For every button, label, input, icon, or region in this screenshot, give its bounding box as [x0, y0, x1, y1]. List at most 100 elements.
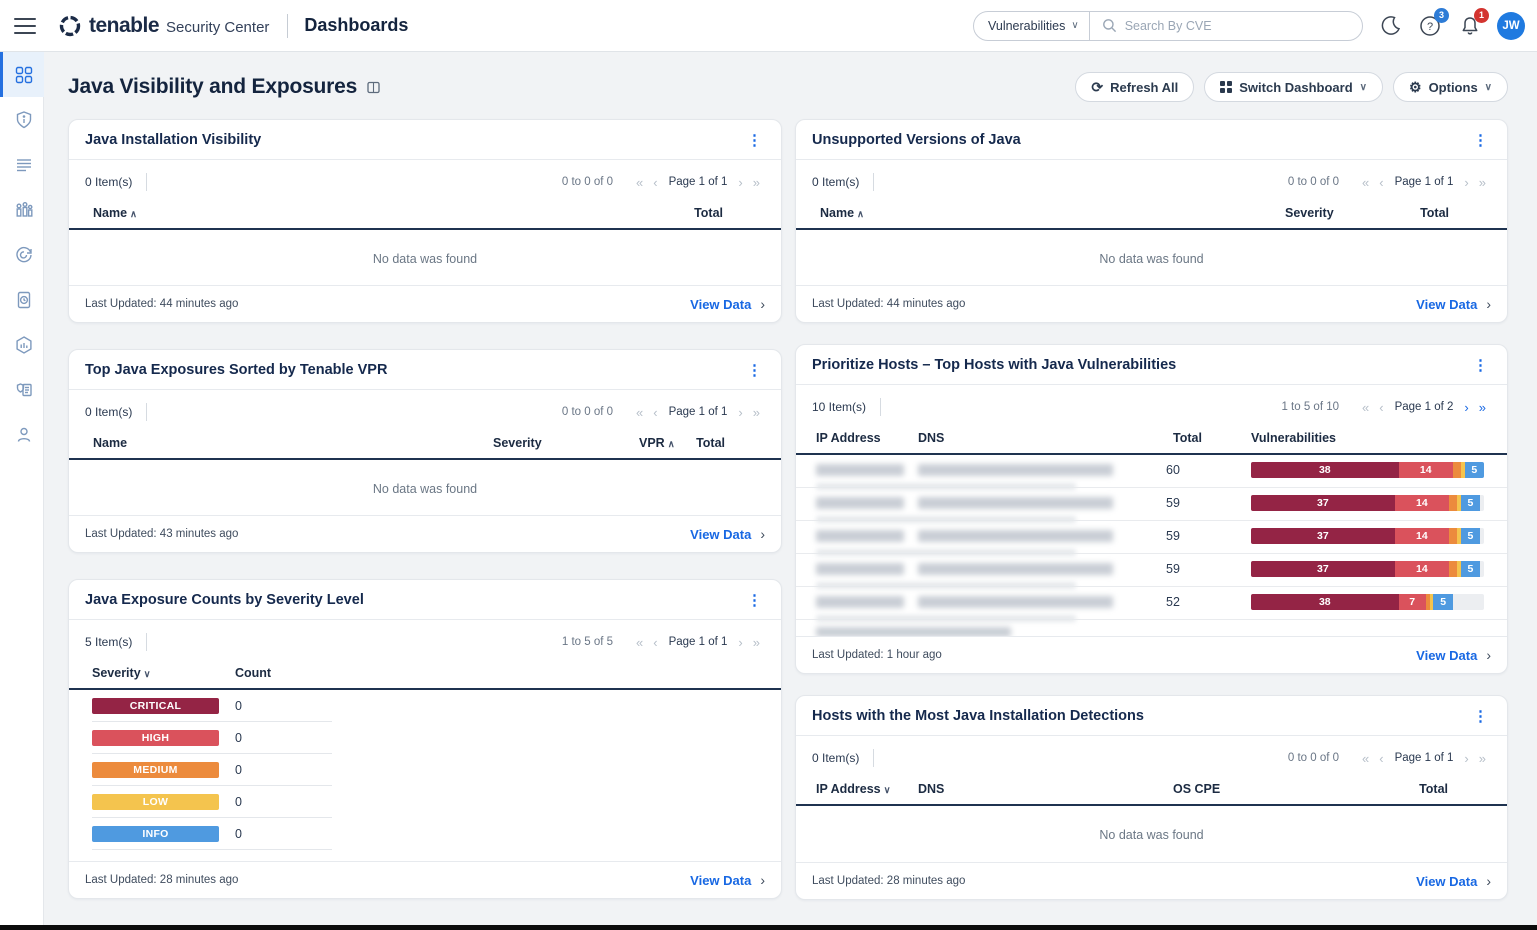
redacted-dns — [918, 530, 1113, 542]
last-page-button[interactable]: » — [1474, 175, 1491, 190]
sidebar-item-analytics[interactable] — [0, 322, 44, 367]
first-page-button[interactable]: « — [1357, 751, 1374, 766]
options-button[interactable]: ⚙ Options ∨ — [1393, 72, 1508, 102]
kebab-menu-icon[interactable]: ⋮ — [1470, 131, 1491, 149]
next-page-button[interactable]: › — [733, 635, 747, 650]
sidebar-item-scans[interactable] — [0, 232, 44, 277]
column-header-name[interactable]: Name — [93, 436, 127, 450]
sidebar-item-policies[interactable] — [0, 367, 44, 412]
host-row[interactable]: 5937145 — [796, 488, 1507, 521]
view-data-link[interactable]: View Data › — [690, 526, 765, 542]
last-page-button[interactable]: » — [1474, 400, 1491, 415]
column-header-dns[interactable]: DNS — [918, 782, 944, 796]
host-row[interactable]: 6038145 — [796, 455, 1507, 488]
column-header-vpr[interactable]: VPR∧ — [639, 436, 675, 450]
sidebar-item-lists[interactable] — [0, 142, 44, 187]
notifications-button[interactable]: 1 — [1457, 13, 1483, 39]
next-page-button[interactable]: › — [1459, 400, 1473, 415]
last-updated-text: Last Updated: 44 minutes ago — [85, 298, 238, 310]
bar-segment-high: 14 — [1399, 462, 1453, 478]
sidebar-item-assets[interactable] — [0, 187, 44, 232]
shield-document-icon — [14, 380, 34, 400]
column-header-oscpe[interactable]: OS CPE — [1173, 782, 1220, 796]
redacted-dns — [918, 464, 1113, 476]
first-page-button[interactable]: « — [631, 635, 648, 650]
view-data-link[interactable]: View Data › — [690, 872, 765, 888]
help-button[interactable]: ? 3 — [1417, 13, 1443, 39]
column-header-total[interactable]: Total — [694, 206, 723, 220]
last-page-button[interactable]: » — [748, 175, 765, 190]
bar-segment-high: 7 — [1399, 594, 1426, 610]
prev-page-button[interactable]: ‹ — [648, 175, 662, 190]
prev-page-button[interactable]: ‹ — [1374, 751, 1388, 766]
shield-info-icon — [14, 110, 34, 130]
column-header-ip[interactable]: IP Address — [816, 431, 881, 445]
first-page-button[interactable]: « — [1357, 400, 1374, 415]
book-icon[interactable] — [366, 80, 381, 95]
prev-page-button[interactable]: ‹ — [1374, 400, 1388, 415]
view-data-link[interactable]: View Data › — [1416, 296, 1491, 312]
next-page-button[interactable]: › — [733, 405, 747, 420]
sidebar-item-dashboards[interactable] — [0, 52, 44, 97]
moon-icon — [1380, 15, 1401, 36]
next-page-button[interactable]: › — [733, 175, 747, 190]
kebab-menu-icon[interactable]: ⋮ — [1470, 707, 1491, 725]
prev-page-button[interactable]: ‹ — [1374, 175, 1388, 190]
sidebar-item-reports[interactable] — [0, 277, 44, 322]
host-row[interactable]: 5937145 — [796, 521, 1507, 554]
sidebar-item-findings[interactable] — [0, 97, 44, 142]
view-data-link[interactable]: View Data › — [690, 296, 765, 312]
column-header-total[interactable]: Total — [696, 436, 725, 450]
next-page-button[interactable]: › — [1459, 175, 1473, 190]
panel-title: Unsupported Versions of Java — [812, 132, 1021, 148]
bar-segment-high: 14 — [1395, 528, 1449, 544]
switch-dashboard-button[interactable]: Switch Dashboard ∨ — [1204, 72, 1383, 102]
search-scope-dropdown[interactable]: Vulnerabilities ∨ — [974, 19, 1089, 33]
last-updated-text: Last Updated: 43 minutes ago — [85, 528, 238, 540]
item-count: 10 Item(s) — [812, 400, 866, 414]
prev-page-button[interactable]: ‹ — [648, 635, 662, 650]
host-row[interactable]: 523875 — [796, 587, 1507, 620]
prev-page-button[interactable]: ‹ — [648, 405, 662, 420]
sidebar-item-users[interactable] — [0, 412, 44, 457]
column-header-severity[interactable]: Severity∨ — [92, 666, 151, 680]
last-page-button[interactable]: » — [748, 635, 765, 650]
bar-segment-medium — [1449, 561, 1457, 577]
bar-segment-medium — [1453, 462, 1461, 478]
user-avatar[interactable]: JW — [1497, 12, 1525, 40]
column-header-vulnerabilities[interactable]: Vulnerabilities — [1251, 431, 1336, 445]
kebab-menu-icon[interactable]: ⋮ — [744, 131, 765, 149]
column-header-severity[interactable]: Severity — [493, 436, 542, 450]
scan-cycle-icon — [14, 245, 34, 265]
kebab-menu-icon[interactable]: ⋮ — [744, 591, 765, 609]
kebab-menu-icon[interactable]: ⋮ — [1470, 356, 1491, 374]
column-header-total[interactable]: Total — [1420, 206, 1449, 220]
first-page-button[interactable]: « — [631, 405, 648, 420]
last-page-button[interactable]: » — [748, 405, 765, 420]
view-data-link[interactable]: View Data › — [1416, 873, 1491, 889]
column-header-name[interactable]: Name∧ — [93, 206, 137, 220]
last-page-button[interactable]: » — [1474, 751, 1491, 766]
column-header-ip[interactable]: IP Address∨ — [816, 782, 891, 796]
next-page-button[interactable]: › — [1459, 751, 1473, 766]
column-header-name[interactable]: Name∧ — [820, 206, 864, 220]
refresh-all-button[interactable]: ⟳ Refresh All — [1075, 72, 1194, 102]
host-row[interactable]: 5937145 — [796, 554, 1507, 587]
column-header-severity[interactable]: Severity — [1285, 206, 1334, 220]
panel-title: Top Java Exposures Sorted by Tenable VPR — [85, 362, 387, 378]
bar-segment-info: 5 — [1461, 528, 1480, 544]
first-page-button[interactable]: « — [631, 175, 648, 190]
search-scope-label: Vulnerabilities — [988, 19, 1065, 33]
search-input[interactable] — [1125, 19, 1350, 33]
column-header-dns[interactable]: DNS — [918, 431, 944, 445]
column-header-total[interactable]: Total — [1173, 431, 1202, 445]
dark-mode-toggle[interactable] — [1377, 13, 1403, 39]
first-page-button[interactable]: « — [1357, 175, 1374, 190]
view-data-link[interactable]: View Data › — [1416, 647, 1491, 663]
bar-segment-info: 5 — [1433, 594, 1452, 610]
hamburger-menu-icon[interactable] — [14, 18, 36, 34]
column-header-total[interactable]: Total — [1419, 782, 1448, 796]
column-header-count[interactable]: Count — [235, 666, 271, 680]
kebab-menu-icon[interactable]: ⋮ — [744, 361, 765, 379]
page-indicator: Page 1 of 1 — [669, 406, 728, 418]
